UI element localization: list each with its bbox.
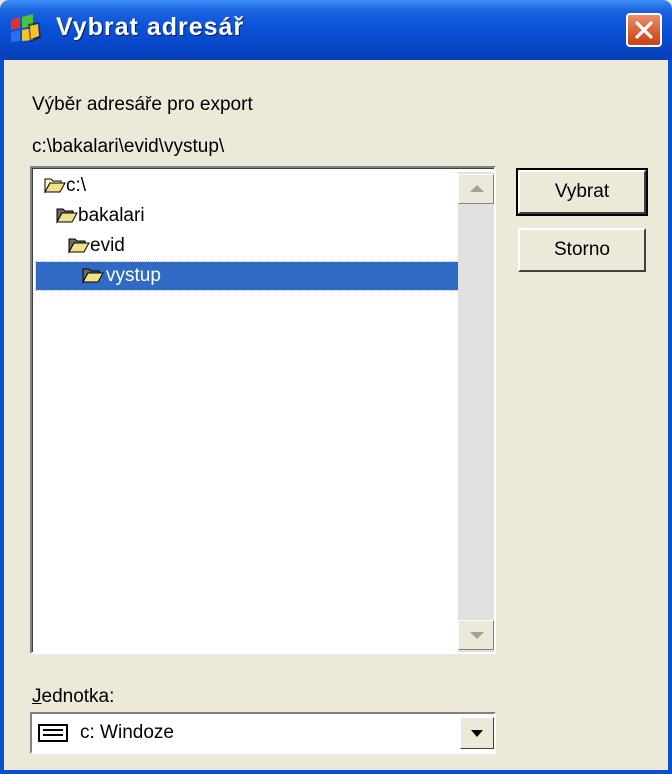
open-folder-icon: [56, 208, 78, 224]
scroll-down-button[interactable]: [458, 620, 494, 650]
window-frame-bottom: [0, 770, 672, 774]
tree-item-c-root[interactable]: c:\: [44, 172, 204, 200]
tree-item-vystup[interactable]: vystup: [35, 261, 461, 291]
window-title: Vybrat adresář: [56, 13, 245, 41]
app-icon: [11, 14, 41, 42]
select-button[interactable]: Vybrat: [516, 168, 648, 216]
drive-label: Jednotka:: [32, 686, 115, 707]
open-folder-icon: [68, 238, 90, 254]
dialog-window: Vybrat adresář Výběr adresáře pro export…: [0, 0, 672, 774]
prompt-label: Výběr adresáře pro export: [32, 94, 253, 115]
close-icon: [635, 21, 653, 39]
window-frame-left: [0, 60, 4, 774]
cancel-button[interactable]: Storno: [518, 228, 646, 272]
up-arrow-icon: [470, 185, 484, 192]
directory-tree[interactable]: c:\ bakalari evid vystup: [30, 166, 496, 654]
open-folder-icon: [82, 268, 104, 284]
window-frame-right: [668, 60, 672, 774]
drive-dropdown-button[interactable]: [460, 717, 494, 749]
tree-item-evid[interactable]: evid: [68, 232, 228, 260]
drive-select-value: c: Windoze: [80, 722, 174, 743]
tree-item-label: vystup: [106, 265, 161, 286]
tree-item-label: c:\: [66, 175, 87, 196]
hard-drive-icon: [38, 724, 68, 742]
tree-item-bakalari[interactable]: bakalari: [56, 202, 216, 230]
drive-select[interactable]: c: Windoze: [30, 712, 496, 754]
tree-scrollbar[interactable]: [458, 172, 494, 652]
scroll-up-button[interactable]: [458, 174, 494, 204]
down-arrow-icon: [470, 632, 484, 639]
title-bar[interactable]: Vybrat adresář: [0, 0, 672, 60]
close-button[interactable]: [626, 13, 662, 47]
tree-item-label: bakalari: [78, 205, 145, 226]
tree-item-label: evid: [90, 235, 125, 256]
chevron-down-icon: [471, 730, 483, 737]
current-path-label: c:\bakalari\evid\vystup\: [32, 136, 225, 157]
open-folder-icon: [44, 178, 66, 194]
